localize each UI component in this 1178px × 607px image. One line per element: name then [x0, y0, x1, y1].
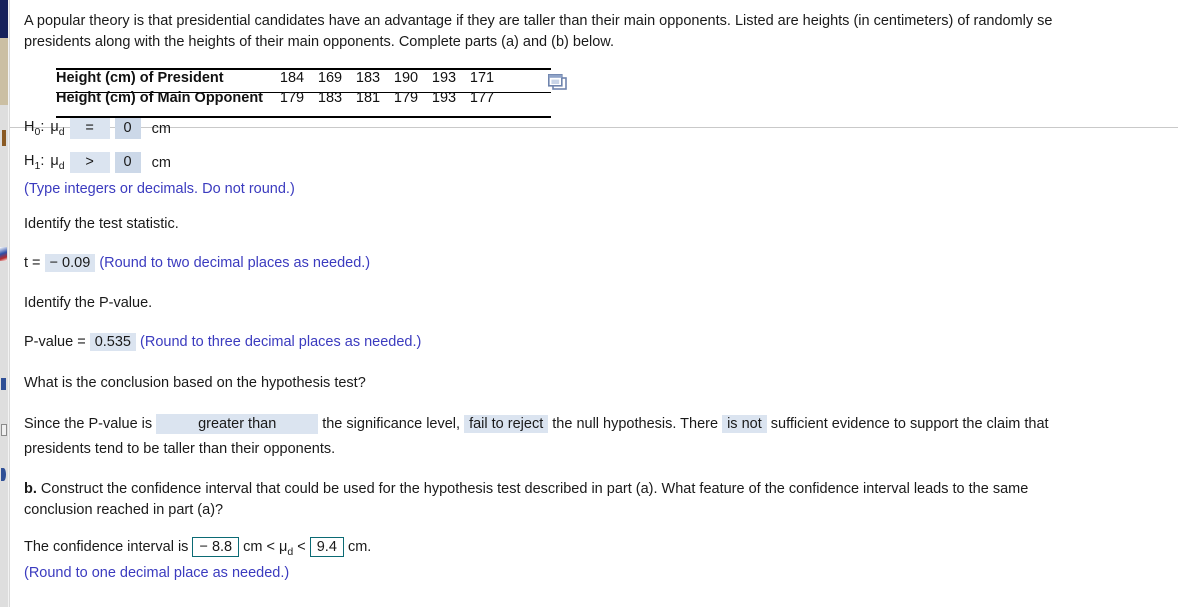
ci-prefix: The confidence interval is [24, 539, 189, 555]
opponent-height-1: 179 [279, 90, 305, 106]
edge-marker-3 [1, 378, 6, 390]
row-label-president: Height (cm) of President [56, 70, 224, 86]
ci-upper-input[interactable]: 9.4 [309, 537, 344, 557]
president-height-4: 190 [393, 70, 419, 86]
edge-marker-2 [0, 247, 7, 261]
ci-parameter: μd [279, 539, 294, 558]
part-b-question: b. Construct the confidence interval tha… [24, 479, 1178, 521]
evidence-dropdown[interactable]: is not [722, 415, 767, 433]
ci-mid-2: < [297, 539, 306, 555]
president-height-5: 193 [431, 70, 457, 86]
opponent-height-2: 183 [317, 90, 343, 106]
edge-marker-1 [2, 130, 6, 146]
table-row: Height (cm) of President 184 169 183 190… [56, 68, 501, 88]
conclusion-row: Since the P-value is greater than the si… [24, 414, 1049, 434]
edge-gray-block [0, 105, 8, 607]
confidence-interval-row: The confidence interval is − 8.8 cm < μd… [24, 537, 371, 558]
president-height-6: 171 [469, 70, 495, 86]
comparison-dropdown[interactable]: greater than [156, 414, 319, 434]
edge-marker-4 [1, 424, 7, 436]
conclusion-prompt: What is the conclusion based on the hypo… [24, 375, 366, 391]
h1-value-input[interactable]: 0 [114, 152, 141, 173]
opponent-height-6: 177 [469, 90, 495, 106]
conclusion-text-3: the null hypothesis. There [552, 416, 719, 432]
p-value-label: P-value = [24, 334, 86, 350]
test-statistic-input[interactable]: − 0.09 [44, 254, 96, 272]
ci-suffix: cm. [347, 539, 372, 555]
conclusion-text-5: presidents tend to be taller than their … [24, 441, 336, 457]
ci-lower-input[interactable]: − 8.8 [192, 537, 240, 557]
problem-statement: A popular theory is that presidential ca… [24, 13, 1053, 50]
edge-navy-block [0, 0, 8, 38]
test-statistic-note: (Round to two decimal places as needed.) [99, 255, 371, 271]
decision-dropdown[interactable]: fail to reject [464, 415, 549, 433]
problem-screen: A popular theory is that presidential ca… [0, 0, 1178, 607]
test-statistic-row: t = − 0.09 (Round to two decimal places … [24, 254, 371, 272]
part-b-label: b. [24, 481, 37, 497]
president-height-2: 169 [317, 70, 343, 86]
president-height-1: 184 [279, 70, 305, 86]
part-b-rounding-note: (Round to one decimal place as needed.) [24, 565, 290, 581]
p-value-input[interactable]: 0.535 [89, 333, 136, 351]
edge-tan-block [0, 38, 8, 105]
h0-label: H0: [24, 119, 45, 138]
test-statistic-label: t = [24, 255, 41, 271]
h1-operator-dropdown[interactable]: > [69, 152, 110, 173]
h1-parameter: μd [50, 153, 65, 172]
conclusion-text-1: Since the P-value is [24, 416, 153, 432]
h1-label: H1: [24, 153, 45, 172]
h0-value-input[interactable]: 0 [114, 118, 141, 139]
section-divider [10, 127, 1178, 128]
h0-parameter: μd [50, 119, 65, 138]
hypotheses-rounding-note: (Type integers or decimals. Do not round… [24, 181, 295, 197]
heights-data-table: Height (cm) of President 184 169 183 190… [56, 68, 501, 108]
problem-content: A popular theory is that presidential ca… [10, 0, 1178, 607]
test-statistic-prompt: Identify the test statistic. [24, 216, 179, 232]
opponent-height-5: 193 [431, 90, 457, 106]
p-value-row: P-value = 0.535 (Round to three decimal … [24, 333, 422, 351]
p-value-note: (Round to three decimal places as needed… [140, 334, 422, 350]
h1-unit: cm [151, 154, 171, 171]
null-hypothesis-row: H0: μd = 0 cm [24, 118, 171, 139]
alternative-hypothesis-row: H1: μd > 0 cm [24, 152, 171, 173]
h0-unit: cm [151, 120, 171, 137]
left-edge-strip [0, 0, 10, 607]
popout-window-icon[interactable] [548, 74, 567, 91]
president-height-3: 183 [355, 70, 381, 86]
conclusion-text-4: sufficient evidence to support the claim… [770, 416, 1049, 432]
h0-operator-dropdown[interactable]: = [69, 118, 110, 139]
conclusion-text-2: the significance level, [322, 416, 461, 432]
opponent-height-4: 179 [393, 90, 419, 106]
ci-mid-1: cm < [243, 539, 275, 555]
part-b-question-text: Construct the confidence interval that c… [24, 481, 1029, 518]
opponent-height-3: 181 [355, 90, 381, 106]
p-value-prompt: Identify the P-value. [24, 295, 153, 311]
edge-marker-5 [1, 468, 6, 481]
row-label-opponent: Height (cm) of Main Opponent [56, 90, 264, 106]
table-row: Height (cm) of Main Opponent 179 183 181… [56, 88, 501, 108]
